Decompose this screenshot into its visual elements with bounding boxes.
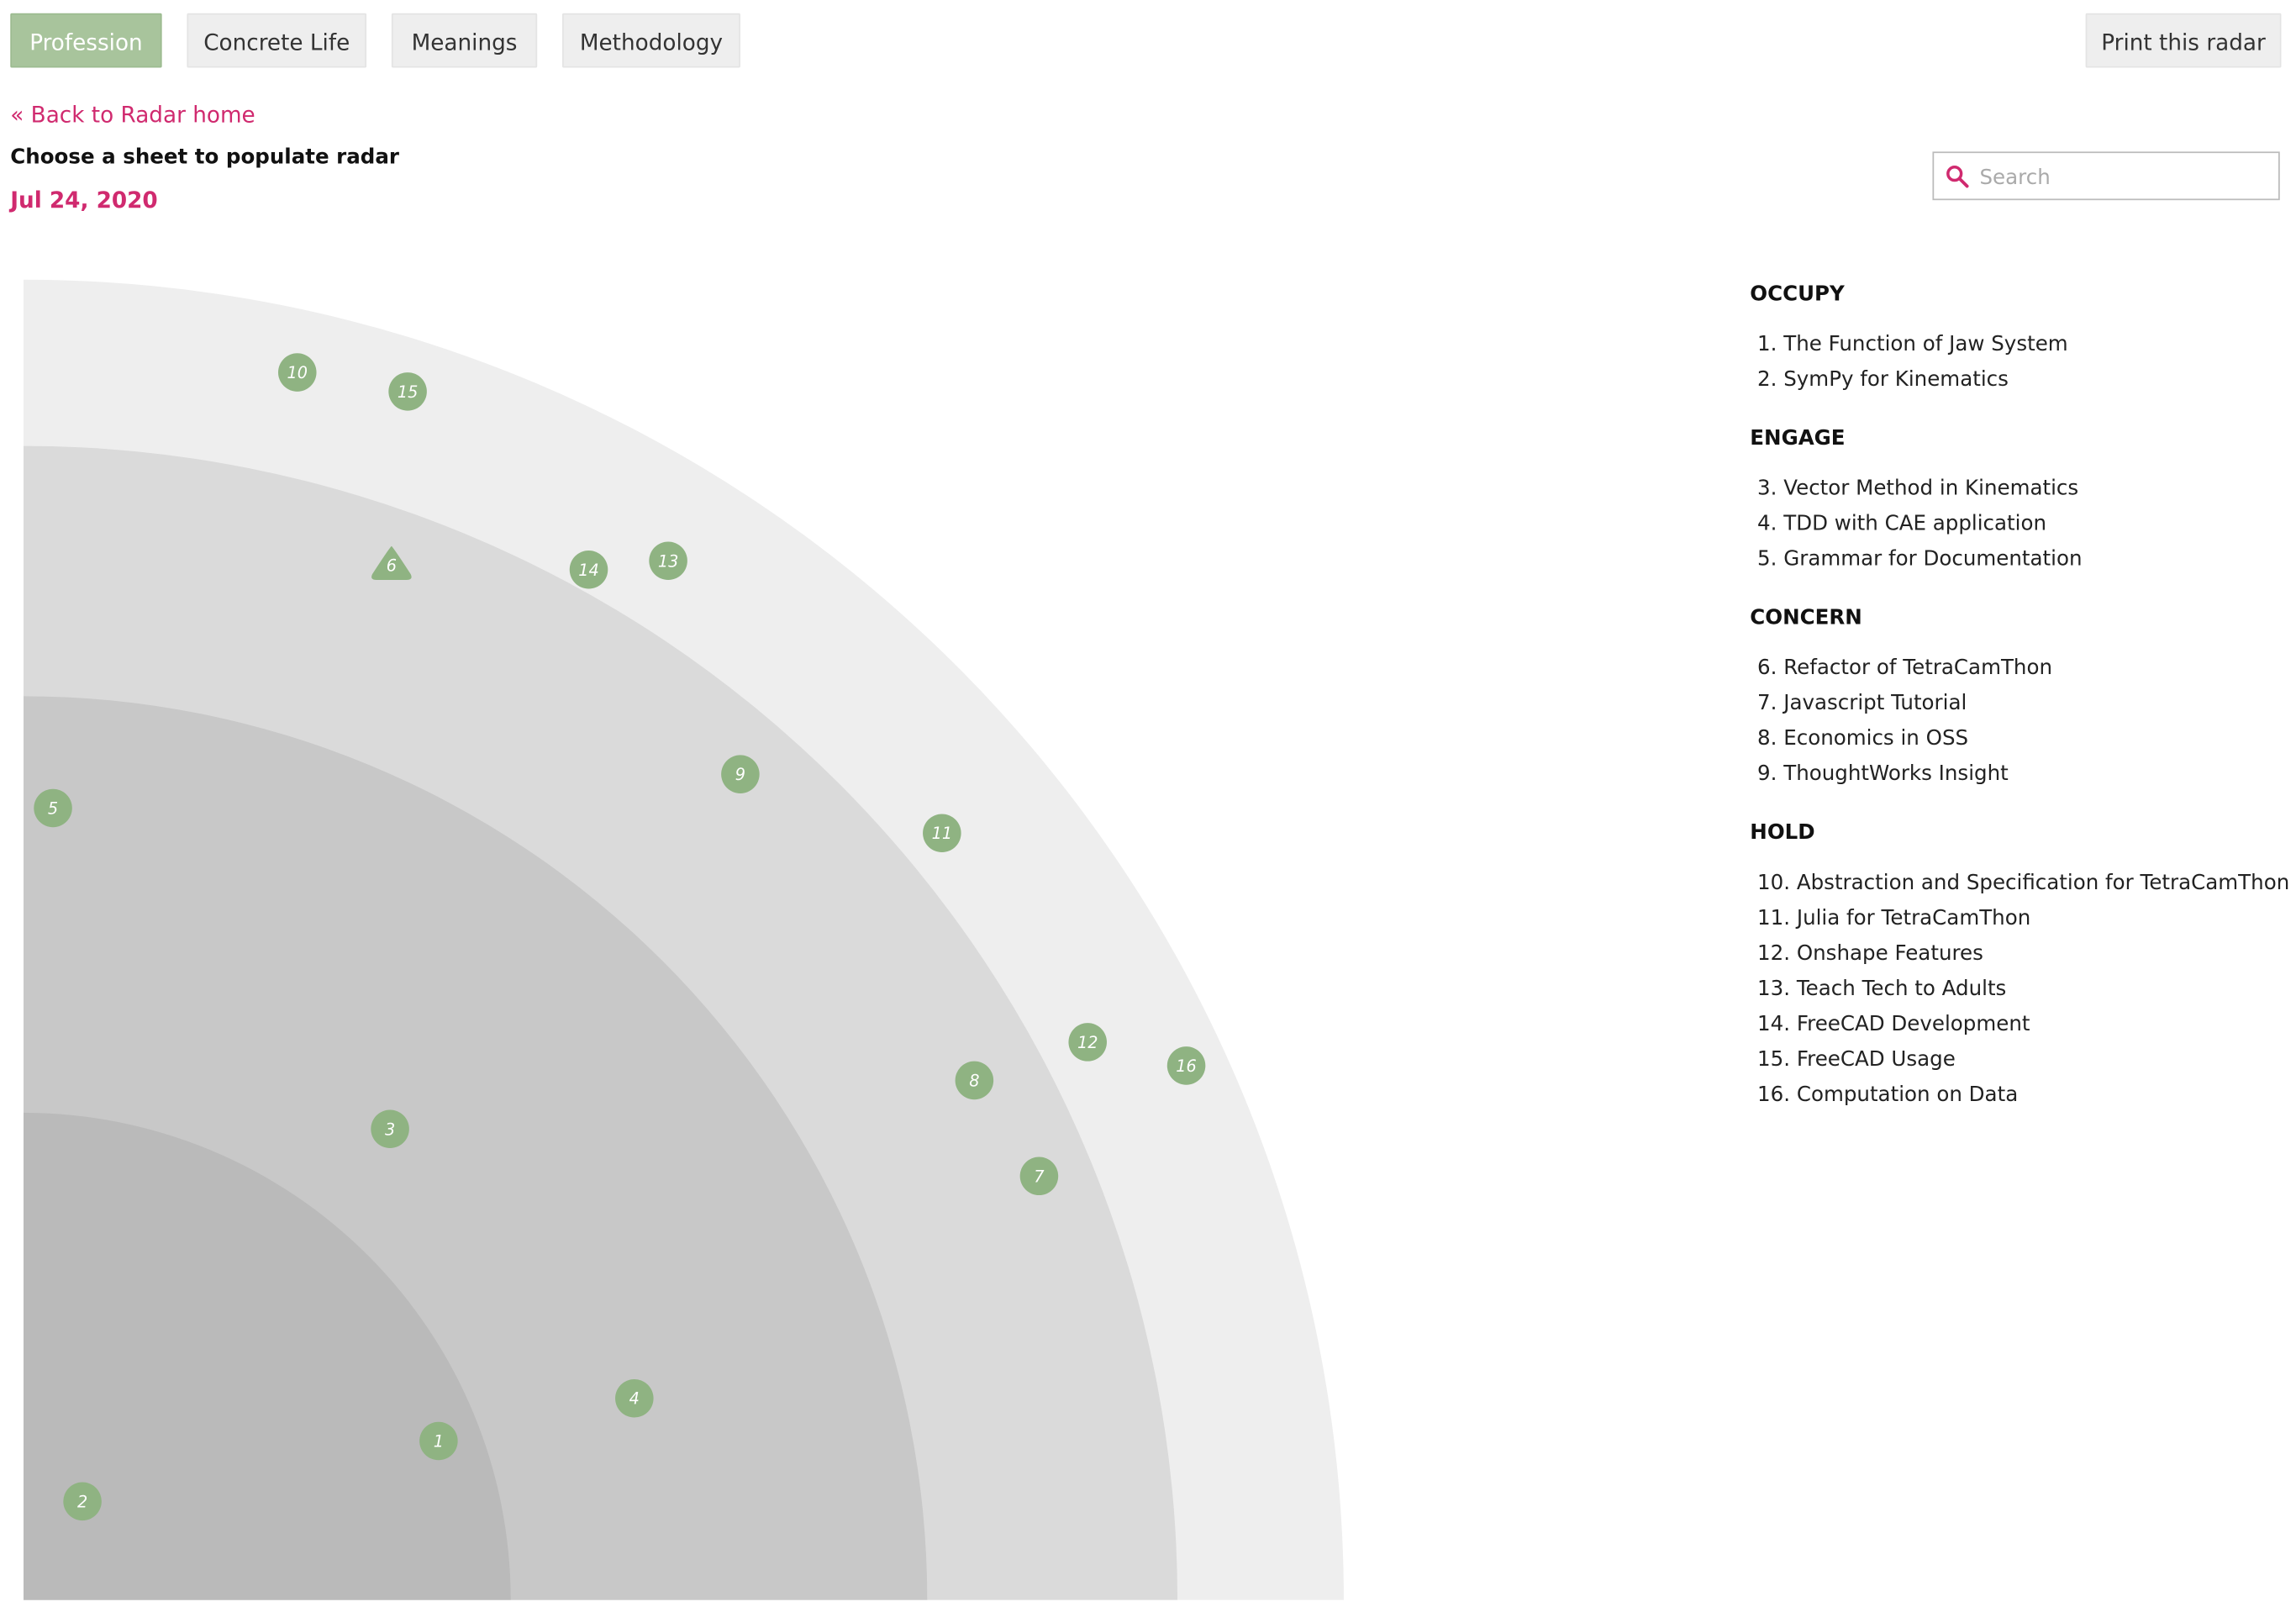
blip-number-2: 2 (77, 1492, 87, 1511)
list-item-8[interactable]: 8. Economics in OSS (1750, 721, 2294, 756)
blip-number-15: 15 (398, 382, 418, 402)
ring-list-concern: 6. Refactor of TetraCamThon 7. Javascrip… (1750, 651, 2294, 792)
radar-chart: 12345678910111213141516 (24, 279, 1344, 1600)
list-item-14[interactable]: 14. FreeCAD Development (1750, 1007, 2294, 1042)
blip-12[interactable]: 12 (1068, 1023, 1107, 1062)
blip-number-3: 3 (385, 1120, 395, 1139)
ring-list-occupy: 1. The Function of Jaw System 2. SymPy f… (1750, 327, 2294, 398)
blip-5[interactable]: 5 (34, 788, 72, 828)
blip-number-16: 16 (1176, 1056, 1197, 1076)
ring-title-concern: CONCERN (1750, 606, 1862, 630)
blip-8[interactable]: 8 (955, 1061, 994, 1100)
ring-list-engage: 3. Vector Method in Kinematics 4. TDD wi… (1750, 471, 2294, 577)
ring-section-engage: ENGAGE 3. Vector Method in Kinematics 4.… (1750, 418, 2294, 577)
blip-number-10: 10 (287, 363, 308, 382)
blip-10[interactable]: 10 (277, 353, 317, 392)
blip-15[interactable]: 15 (388, 372, 427, 411)
blip-13[interactable]: 13 (649, 541, 687, 581)
blip-number-7: 7 (1034, 1167, 1045, 1186)
blip-1[interactable]: 1 (419, 1421, 458, 1461)
list-item-13[interactable]: 13. Teach Tech to Adults (1750, 972, 2294, 1007)
search-box[interactable] (1932, 151, 2280, 201)
blip-number-9: 9 (735, 765, 745, 784)
search-input[interactable] (1976, 159, 2278, 196)
blip-number-1: 1 (434, 1432, 444, 1452)
radar-legend: OCCUPY 1. The Function of Jaw System 2. … (1750, 274, 2294, 1134)
blip-number-14: 14 (578, 561, 599, 580)
print-radar-button[interactable]: Print this radar (2085, 13, 2282, 68)
ring-title-occupy: OCCUPY (1750, 282, 1845, 307)
list-item-16[interactable]: 16. Computation on Data (1750, 1077, 2294, 1113)
blip-2[interactable]: 2 (63, 1482, 102, 1521)
list-item-4[interactable]: 4. TDD with CAE application (1750, 506, 2294, 541)
list-item-2[interactable]: 2. SymPy for Kinematics (1750, 362, 2294, 398)
ring-section-hold: HOLD 10. Abstraction and Specification f… (1750, 813, 2294, 1113)
list-item-3[interactable]: 3. Vector Method in Kinematics (1750, 471, 2294, 506)
blip-number-13: 13 (658, 551, 679, 571)
list-item-1[interactable]: 1. The Function of Jaw System (1750, 327, 2294, 362)
blip-number-6: 6 (387, 556, 397, 576)
blip-3[interactable]: 3 (371, 1109, 409, 1149)
ring-title-hold: HOLD (1750, 821, 1815, 846)
blip-16[interactable]: 16 (1166, 1046, 1206, 1085)
blip-number-5: 5 (48, 798, 58, 818)
blip-11[interactable]: 11 (923, 814, 961, 853)
blip-number-4: 4 (629, 1389, 640, 1409)
list-item-9[interactable]: 9. ThoughtWorks Insight (1750, 756, 2294, 792)
blip-14[interactable]: 14 (569, 550, 608, 589)
search-icon (1946, 166, 1969, 188)
blip-9[interactable]: 9 (721, 755, 760, 793)
blip-4[interactable]: 4 (615, 1378, 654, 1418)
blip-7[interactable]: 7 (1019, 1157, 1059, 1196)
list-item-12[interactable]: 12. Onshape Features (1750, 936, 2294, 972)
list-item-10[interactable]: 10. Abstraction and Specification for Te… (1750, 866, 2294, 901)
blip-number-12: 12 (1077, 1033, 1098, 1052)
list-item-7[interactable]: 7. Javascript Tutorial (1750, 686, 2294, 721)
blip-number-11: 11 (932, 824, 953, 843)
list-item-5[interactable]: 5. Grammar for Documentation (1750, 541, 2294, 577)
list-item-15[interactable]: 15. FreeCAD Usage (1750, 1042, 2294, 1077)
ring-list-hold: 10. Abstraction and Specification for Te… (1750, 866, 2294, 1113)
list-item-11[interactable]: 11. Julia for TetraCamThon (1750, 901, 2294, 936)
ring-section-occupy: OCCUPY 1. The Function of Jaw System 2. … (1750, 274, 2294, 398)
blip-number-8: 8 (969, 1071, 979, 1090)
ring-section-concern: CONCERN 6. Refactor of TetraCamThon 7. J… (1750, 598, 2294, 792)
list-item-6[interactable]: 6. Refactor of TetraCamThon (1750, 651, 2294, 686)
ring-title-engage: ENGAGE (1750, 426, 1846, 450)
